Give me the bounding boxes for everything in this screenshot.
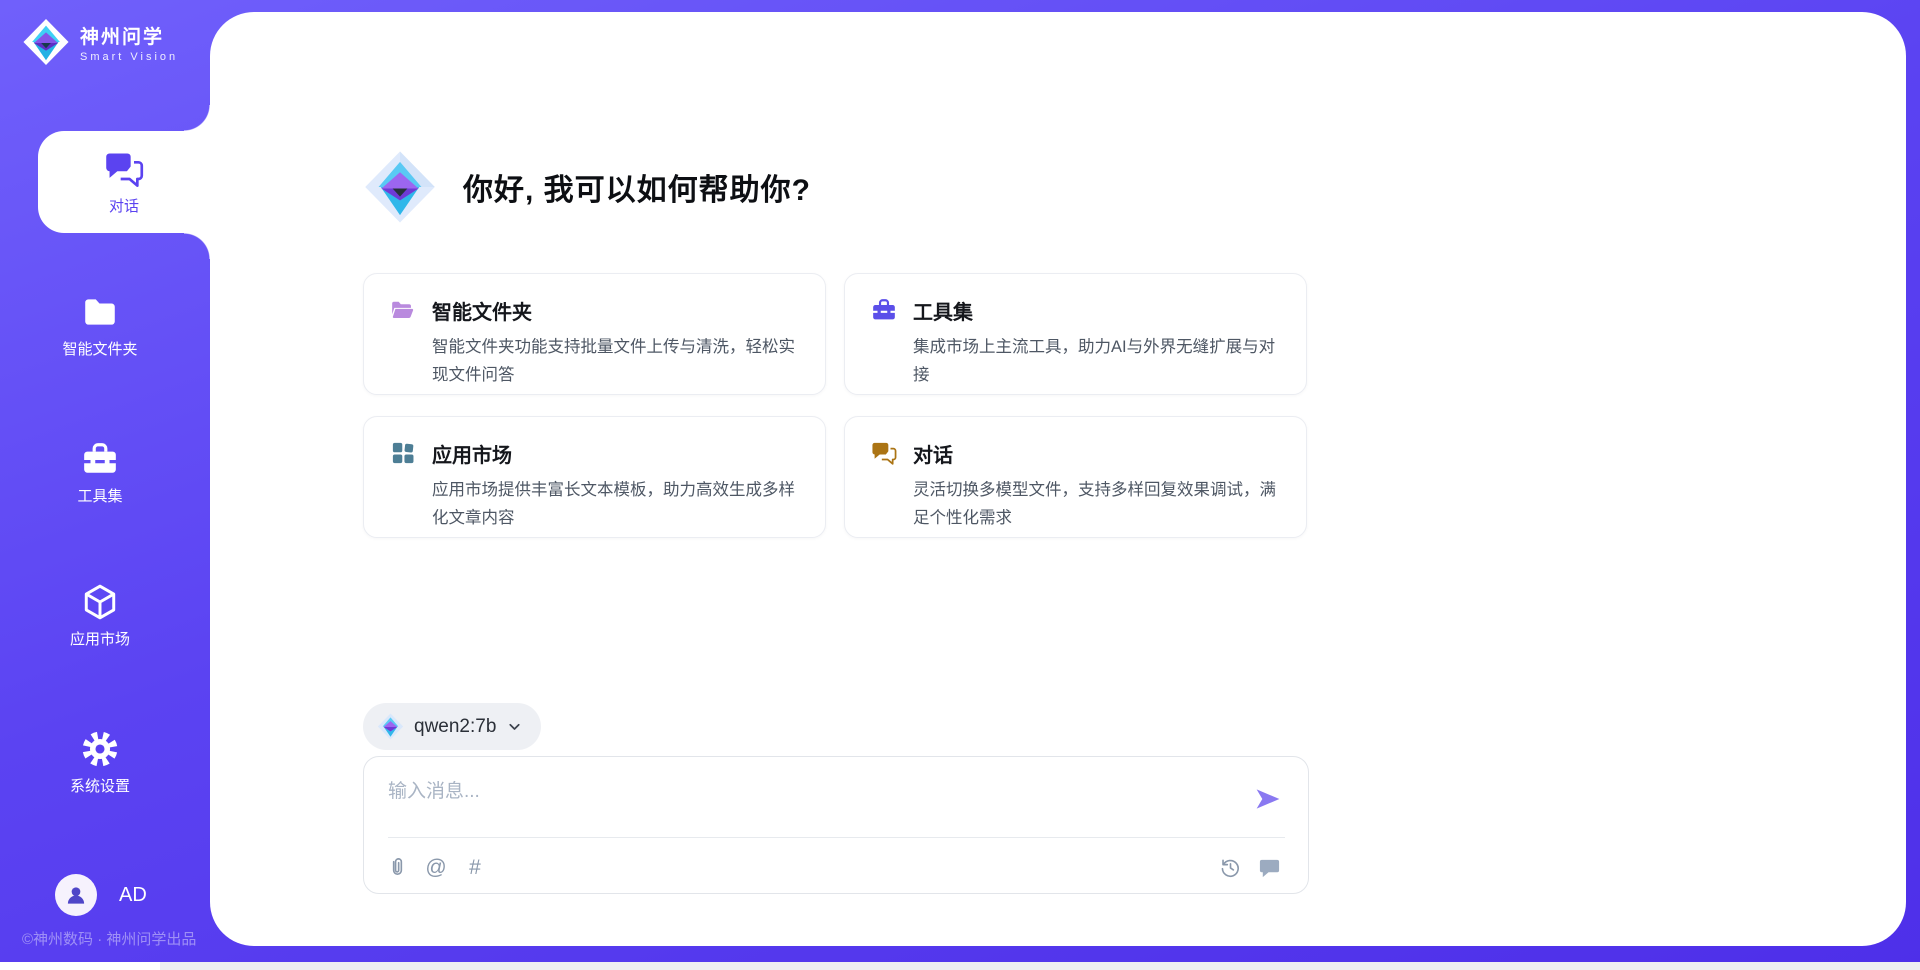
app-root: 神州问学 Smart Vision 对话 智能文件夹: [0, 0, 1920, 970]
model-name: qwen2:7b: [414, 716, 496, 738]
folder-open-icon: [390, 297, 416, 323]
chat-icon: [104, 149, 144, 189]
card-description: 集成市场上主流工具，助力AI与外界无缝扩展与对接: [913, 333, 1280, 389]
mention-button[interactable]: @: [423, 854, 449, 880]
card-app-market[interactable]: 应用市场 应用市场提供丰富长文本模板，助力高效生成多样化文章内容: [363, 416, 826, 538]
sidebar-item-label: 智能文件夹: [62, 338, 137, 359]
card-description: 智能文件夹功能支持批量文件上传与清洗，轻松实现文件问答: [432, 333, 799, 389]
gem-logo-icon: [22, 18, 70, 66]
grid-icon: [390, 440, 416, 466]
card-title: 工具集: [913, 296, 1280, 325]
sidebar-item-label: 应用市场: [70, 628, 130, 649]
model-selector[interactable]: qwen2:7b: [363, 703, 541, 750]
history-icon: [1219, 856, 1242, 879]
topic-button[interactable]: #: [462, 854, 488, 880]
attach-file-button[interactable]: [384, 854, 410, 880]
card-description: 灵活切换多模型文件，支持多样回复效果调试，满足个性化需求: [913, 476, 1280, 532]
cube-icon: [81, 583, 119, 621]
composer-toolbar: @ #: [384, 851, 1282, 883]
greeting-text: 你好, 我可以如何帮助你?: [463, 165, 811, 209]
sidebar-item-settings[interactable]: 系统设置: [0, 730, 200, 796]
card-smart-folder[interactable]: 智能文件夹 智能文件夹功能支持批量文件上传与清洗，轻松实现文件问答: [363, 273, 826, 395]
sidebar-item-label: 工具集: [77, 485, 122, 506]
folder-icon: [81, 293, 119, 331]
card-title: 对话: [913, 439, 1280, 468]
sidebar-item-label: 系统设置: [70, 775, 130, 796]
card-chat[interactable]: 对话 灵活切换多模型文件，支持多样回复效果调试，满足个性化需求: [844, 416, 1307, 538]
horizontal-scrollbar[interactable]: [0, 962, 1920, 970]
sidebar-item-toolset[interactable]: 工具集: [0, 440, 200, 506]
card-description: 应用市场提供丰富长文本模板，助力高效生成多样化文章内容: [432, 476, 799, 532]
chat-icon: [871, 440, 897, 466]
user-name: AD: [119, 884, 147, 907]
hash-icon: #: [469, 857, 481, 878]
new-chat-button[interactable]: [1256, 854, 1282, 880]
copyright: ©神州数码 · 神州问学出品: [22, 928, 196, 949]
paperclip-icon: [386, 856, 409, 879]
composer-left-tools: @ #: [384, 854, 488, 880]
toolbox-icon: [81, 440, 119, 478]
avatar: [55, 874, 97, 916]
user-profile[interactable]: AD: [55, 874, 147, 916]
sidebar: 神州问学 Smart Vision 对话 智能文件夹: [0, 0, 210, 970]
card-title: 智能文件夹: [432, 296, 799, 325]
message-input[interactable]: [388, 776, 1208, 828]
sidebar-item-smart-folder[interactable]: 智能文件夹: [0, 293, 200, 359]
gem-logo-icon: [377, 713, 404, 740]
scrollbar-thumb[interactable]: [0, 962, 160, 970]
composer-right-tools: [1217, 854, 1282, 880]
feature-cards: 智能文件夹 智能文件夹功能支持批量文件上传与清洗，轻松实现文件问答 工具集 集成…: [363, 273, 1309, 538]
sidebar-item-app-market[interactable]: 应用市场: [0, 583, 200, 649]
message-composer: @ #: [363, 756, 1309, 894]
history-button[interactable]: [1217, 854, 1243, 880]
send-icon[interactable]: [1254, 785, 1282, 813]
composer-divider: [388, 837, 1285, 838]
tab-fillet-bottom: [184, 233, 210, 259]
sidebar-item-label: 对话: [109, 195, 139, 216]
tab-fillet-top: [184, 105, 210, 131]
person-icon: [63, 882, 89, 908]
toolbox-icon: [871, 297, 897, 323]
card-title: 应用市场: [432, 439, 799, 468]
brand-logo: 神州问学 Smart Vision: [22, 18, 178, 66]
brand-name: 神州问学: [80, 22, 178, 49]
chevron-down-icon: [506, 718, 523, 735]
at-icon: @: [425, 857, 446, 878]
sidebar-item-chat[interactable]: 对话: [38, 131, 210, 233]
gear-icon: [81, 730, 119, 768]
card-toolset[interactable]: 工具集 集成市场上主流工具，助力AI与外界无缝扩展与对接: [844, 273, 1307, 395]
greeting: 你好, 我可以如何帮助你?: [363, 150, 811, 224]
message-icon: [1258, 856, 1281, 879]
brand-subtitle: Smart Vision: [80, 51, 178, 63]
gem-logo-icon: [363, 150, 437, 224]
